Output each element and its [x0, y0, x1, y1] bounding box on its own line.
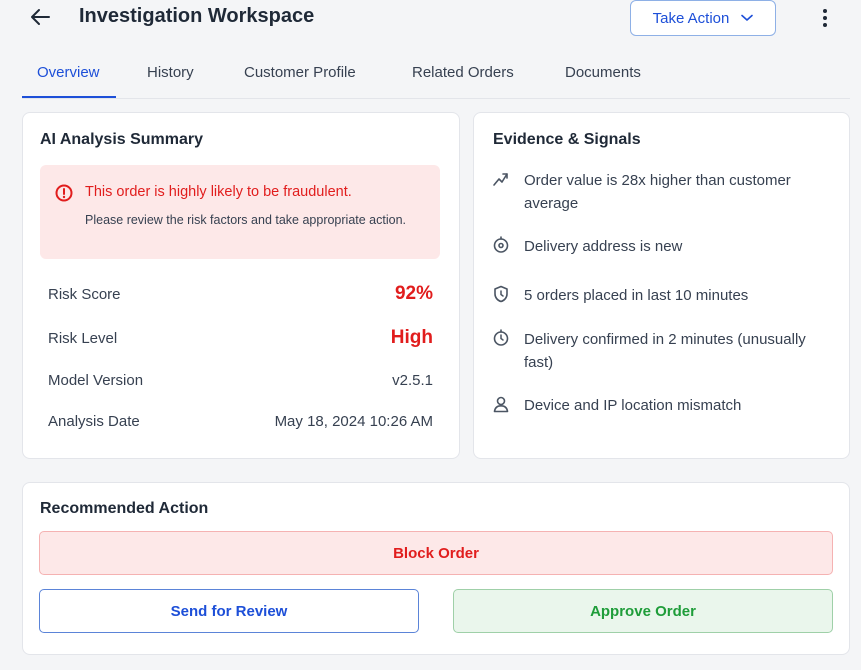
location-icon: [493, 236, 509, 253]
signal-text: Delivery address is new: [524, 238, 683, 255]
page-title: Investigation Workspace: [79, 5, 315, 27]
investigation-workspace: Investigation Workspace Take Action Over…: [0, 0, 861, 670]
block-order-button[interactable]: Block Order: [39, 531, 833, 575]
tab-documents[interactable]: Documents: [565, 63, 641, 83]
alert-title: This order is highly likely to be fraudu…: [85, 184, 352, 200]
risk-score-label: Risk Score: [48, 286, 121, 303]
analysis-date-label: Analysis Date: [48, 413, 140, 430]
tab-history[interactable]: History: [147, 63, 194, 83]
risk-score-value: 92%: [394, 283, 433, 304]
tab-overview[interactable]: Overview: [37, 63, 100, 83]
take-action-button[interactable]: Take Action: [630, 0, 776, 36]
send-for-review-button[interactable]: Send for Review: [39, 589, 419, 633]
shield-clock-icon: [494, 285, 508, 303]
chevron-down-icon: [741, 14, 754, 21]
more-dot: [823, 23, 827, 27]
user-icon: [493, 396, 509, 413]
signal-text: 5 orders placed in last 10 minutes: [524, 287, 749, 304]
model-version-value: v2.5.1: [392, 372, 433, 389]
active-tab-indicator: [22, 96, 116, 98]
analysis-date-value: May 18, 2024 10:26 AM: [274, 413, 433, 430]
more-dot: [823, 16, 827, 20]
risk-level-label: Risk Level: [48, 330, 118, 347]
signal-text: Device and IP location mismatch: [524, 397, 742, 414]
ai-analysis-summary-card: AI Analysis Summary This order is highly…: [22, 112, 460, 459]
tab-customer-profile[interactable]: Customer Profile: [244, 63, 356, 83]
header: Investigation Workspace Take Action: [0, 0, 861, 44]
alert-circle-icon: [55, 184, 73, 202]
arrow-left-icon: [31, 9, 50, 25]
clock-icon: [493, 329, 509, 346]
risk-level-value: High: [390, 327, 433, 348]
more-dot: [823, 9, 827, 13]
tab-related-orders[interactable]: Related Orders: [412, 63, 514, 83]
recommended-action-card: Recommended Action Block Order Send for …: [22, 482, 850, 655]
back-button[interactable]: [26, 4, 54, 30]
tab-bar: Overview History Customer Profile Relate…: [22, 56, 850, 99]
alert-text: Please review the risk factors and take …: [85, 213, 407, 227]
evidence-signals-card: Evidence & Signals Order value is 28x hi…: [473, 112, 850, 459]
model-version-label: Model Version: [48, 372, 144, 389]
card-title: Recommended Action: [40, 500, 209, 517]
take-action-label: Take Action: [652, 9, 730, 27]
approve-order-button[interactable]: Approve Order: [453, 589, 833, 633]
fraud-alert: This order is highly likely to be fraudu…: [40, 165, 440, 259]
card-title: Evidence & Signals: [493, 131, 641, 148]
card-title: AI Analysis Summary: [40, 131, 204, 148]
signal-text: Order value is 28x higher than customer …: [524, 172, 791, 212]
more-options-button[interactable]: [814, 4, 836, 32]
trend-icon: [493, 173, 508, 186]
signal-text: Delivery confirmed in 2 minutes (unusual…: [524, 331, 806, 371]
